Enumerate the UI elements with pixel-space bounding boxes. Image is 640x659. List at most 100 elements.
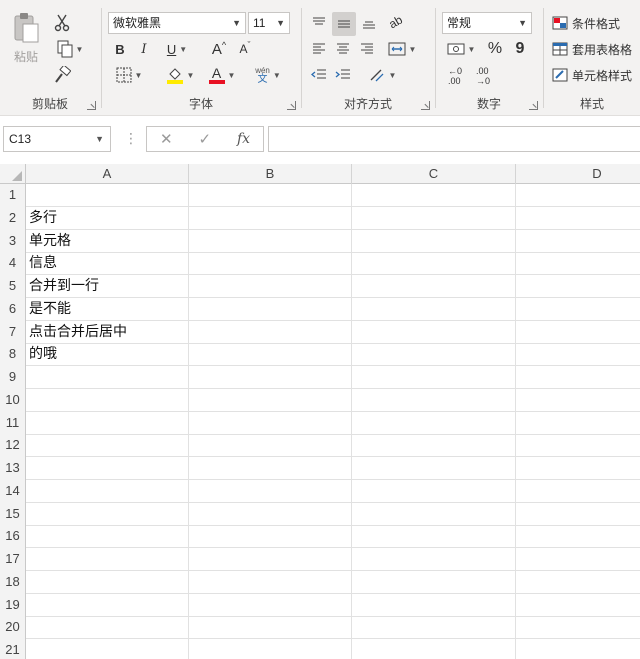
row-header[interactable]: 16 [0,525,26,549]
cell-d[interactable] [516,503,640,526]
cell-d[interactable] [516,434,640,457]
cell-b[interactable] [189,434,352,458]
row-header[interactable]: 11 [0,411,26,435]
clipboard-launcher-icon[interactable] [87,101,96,110]
row-header[interactable]: 12 [0,434,26,458]
cell-a[interactable] [26,570,189,594]
cell-b[interactable] [189,297,352,321]
cell-d[interactable] [516,548,640,571]
fill-color-button[interactable]: ▼ [160,64,200,86]
increase-decimal-button[interactable]: ←0 .00 [442,64,468,88]
cell-d[interactable] [516,321,640,344]
cell-a[interactable]: 信息 [26,252,189,276]
cell-a[interactable] [26,457,189,480]
cell-a[interactable] [26,548,189,571]
row-header[interactable]: 7 [0,320,26,344]
formula-input[interactable] [268,126,640,152]
cell-c[interactable] [352,343,516,367]
row-header[interactable]: 8 [0,343,26,367]
row-header[interactable]: 17 [0,548,26,571]
name-box[interactable]: C13 ▼ [3,126,111,152]
cell-b[interactable] [189,229,352,253]
cell-c[interactable] [352,388,516,412]
format-as-table-button[interactable]: 套用表格格 [552,38,632,60]
cell-a[interactable] [26,388,189,412]
cell-c[interactable] [352,297,516,321]
column-header-b[interactable]: B [189,164,352,184]
row-header[interactable]: 19 [0,593,26,617]
format-painter-button[interactable] [50,64,74,86]
align-left-button[interactable] [308,38,330,60]
cell-c[interactable] [352,616,516,640]
cell-d[interactable] [516,616,640,639]
cell-a[interactable] [26,502,189,526]
row-header[interactable]: 2 [0,206,26,230]
row-header[interactable]: 6 [0,297,26,321]
cell-a[interactable] [26,639,189,659]
row-header[interactable]: 15 [0,502,26,526]
increase-indent-button[interactable] [332,64,354,86]
row-header[interactable]: 3 [0,229,26,253]
cell-c[interactable] [352,593,516,617]
cell-b[interactable] [189,502,352,526]
align-right-button[interactable] [356,38,378,60]
cell-c[interactable] [352,275,516,298]
row-header[interactable]: 21 [0,639,26,659]
insert-function-icon[interactable]: fx [237,131,250,147]
cell-b[interactable] [189,343,352,367]
row-header[interactable]: 4 [0,252,26,276]
percent-button[interactable]: % [484,38,506,60]
cell-d[interactable] [516,389,640,412]
font-size-select[interactable]: 11 ▼ [248,12,290,34]
number-format-select[interactable]: 常规 ▼ [442,12,532,34]
shrink-font-button[interactable]: Aˇ [234,38,256,60]
decrease-indent-button[interactable] [308,64,330,86]
copy-button[interactable]: ▼ [50,38,90,60]
row-header[interactable]: 14 [0,479,26,503]
cell-d[interactable] [516,230,640,253]
cell-d[interactable] [516,366,640,389]
cell-b[interactable] [189,548,352,571]
column-header-d[interactable]: D [516,164,640,184]
cell-c[interactable] [352,479,516,503]
cell-b[interactable] [189,479,352,503]
cell-c[interactable] [352,457,516,480]
cell-c[interactable] [352,639,516,659]
cell-b[interactable] [189,457,352,480]
cell-b[interactable] [189,252,352,276]
cell-c[interactable] [352,434,516,458]
cell-b[interactable] [189,388,352,412]
cell-a[interactable] [26,434,189,458]
align-top-button[interactable] [308,12,330,34]
cell-a[interactable] [26,366,189,389]
cell-d[interactable] [516,184,640,207]
cell-a[interactable]: 多行 [26,206,189,230]
text-direction-button[interactable]: ▼ [362,64,402,86]
cell-b[interactable] [189,411,352,435]
cell-c[interactable] [352,411,516,435]
cell-styles-button[interactable]: 单元格样式 [552,64,632,86]
cell-a[interactable]: 合并到一行 [26,275,189,298]
cell-b[interactable] [189,525,352,549]
font-launcher-icon[interactable] [287,101,296,110]
cell-a[interactable]: 的哦 [26,343,189,367]
cut-button[interactable] [50,12,74,34]
select-all-button[interactable] [0,164,26,184]
cell-d[interactable] [516,639,640,659]
cell-c[interactable] [352,366,516,389]
cell-b[interactable] [189,616,352,640]
cell-b[interactable] [189,275,352,298]
conditional-formatting-button[interactable]: 条件格式 [552,12,620,34]
cell-d[interactable] [516,525,640,548]
bold-button[interactable]: B [110,38,130,60]
cell-a[interactable]: 点击合并后居中 [26,320,189,344]
cell-b[interactable] [189,206,352,230]
cell-c[interactable] [352,525,516,549]
grow-font-button[interactable]: A ^ [208,38,230,60]
italic-button[interactable]: I [134,38,154,60]
cell-a[interactable]: 是不能 [26,297,189,321]
paste-button[interactable]: 粘贴 [6,8,46,68]
cell-d[interactable] [516,571,640,594]
cell-d[interactable] [516,480,640,503]
column-header-c[interactable]: C [352,164,516,184]
